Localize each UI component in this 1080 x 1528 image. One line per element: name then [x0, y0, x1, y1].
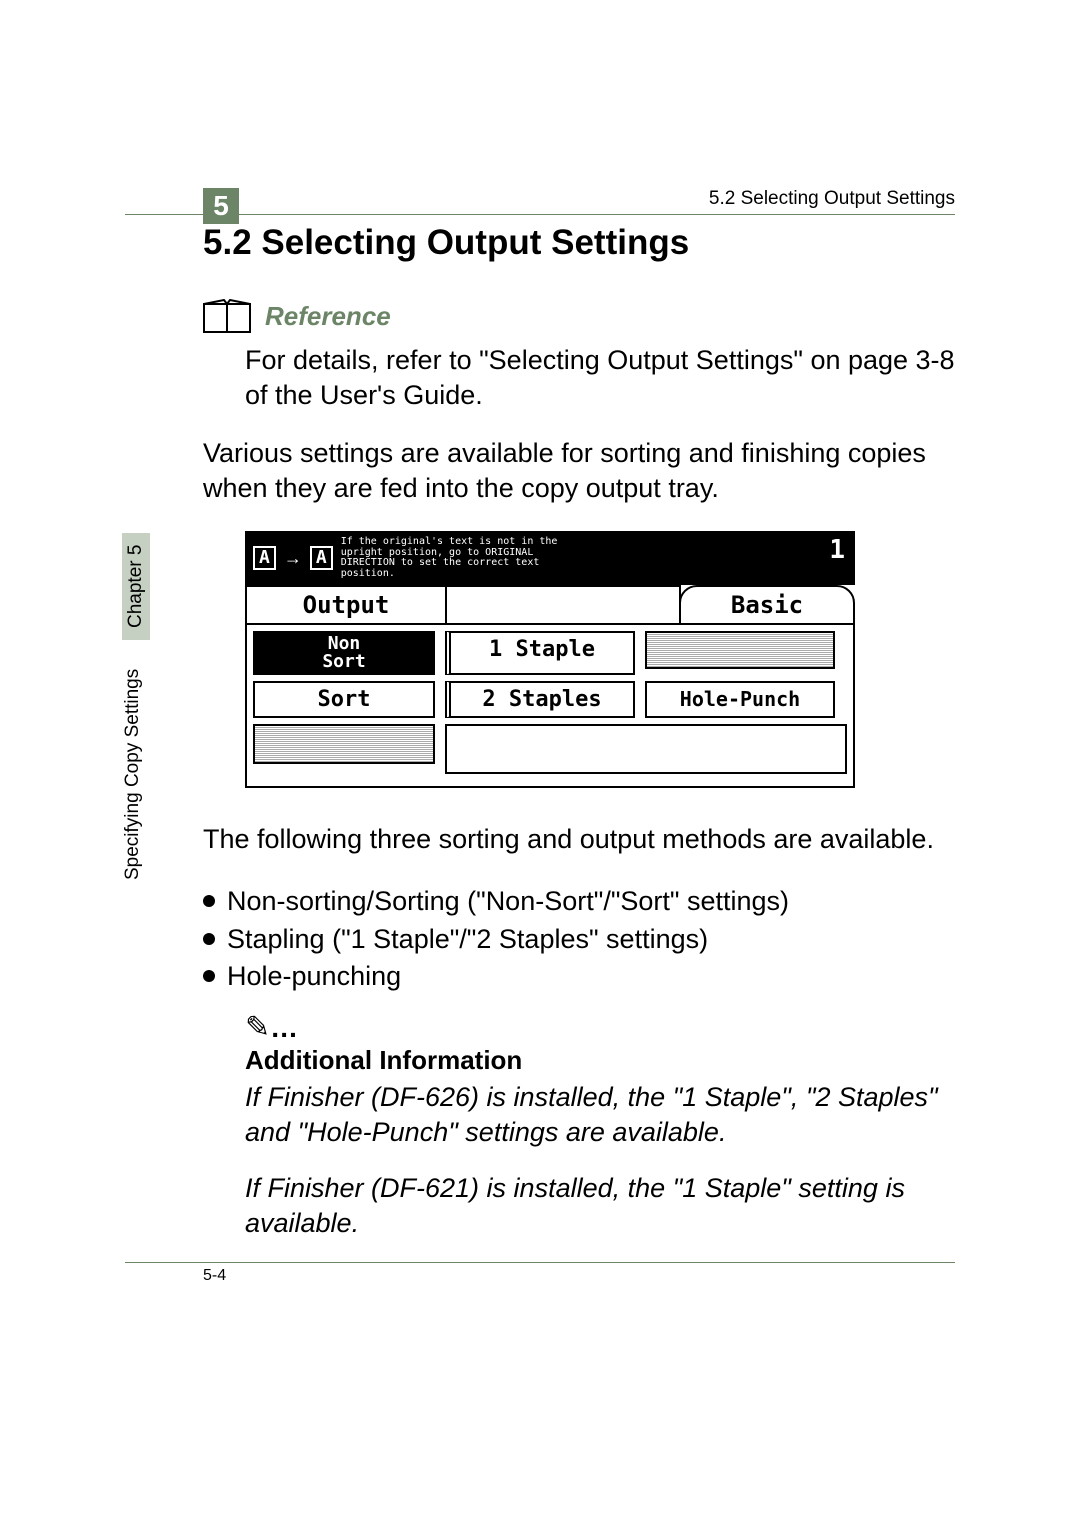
- disabled-slot: [645, 631, 835, 669]
- header-rule: [125, 214, 955, 215]
- methods-list: Non-sorting/Sorting ("Non-Sort"/"Sort" s…: [125, 883, 955, 996]
- additional-info-body-1: If Finisher (DF-626) is installed, the "…: [125, 1080, 955, 1149]
- one-staple-button[interactable]: 1 Staple: [445, 631, 635, 675]
- blank-area: [445, 724, 847, 774]
- reference-label: Reference: [265, 301, 391, 332]
- original-orientation-a-icon: A: [253, 546, 276, 570]
- panel-body: Non Sort 1 Staple Sort 2 Staples Hole-Pu…: [245, 625, 855, 788]
- chapter-number-badge: 5: [203, 188, 239, 224]
- header-breadcrumb: 5.2 Selecting Output Settings: [709, 188, 955, 210]
- bullet-text: Hole-punching: [227, 958, 401, 996]
- footer-rule: [125, 1262, 955, 1263]
- list-item: Stapling ("1 Staple"/"2 Staples" setting…: [203, 921, 955, 959]
- tab-output[interactable]: Output: [245, 585, 445, 625]
- panel-message: If the original's text is not in the upr…: [341, 537, 558, 579]
- copy-count: 1: [829, 535, 845, 565]
- additional-info-heading: Additional Information: [125, 1045, 955, 1076]
- panel-tabs: Output Basic: [245, 585, 855, 625]
- additional-info-body-2: If Finisher (DF-621) is installed, the "…: [125, 1171, 955, 1240]
- arrow-right-icon: →: [284, 548, 302, 569]
- page-header: 5.2 Selecting Output Settings: [125, 188, 955, 210]
- sort-button[interactable]: Sort: [253, 681, 435, 718]
- tab-basic[interactable]: Basic: [679, 585, 855, 625]
- book-icon: [203, 299, 251, 333]
- intro-paragraph: Various settings are available for sorti…: [125, 436, 955, 505]
- hole-punch-button[interactable]: Hole-Punch: [645, 681, 835, 718]
- page-content: 5 5.2 Selecting Output Settings 5.2 Sele…: [125, 188, 955, 1285]
- methods-intro: The following three sorting and output m…: [125, 822, 955, 857]
- tab-spacer: [445, 585, 681, 625]
- reference-callout: Reference: [125, 299, 955, 333]
- bullet-icon: [203, 895, 215, 907]
- ellipsis-icon: …: [270, 1012, 302, 1043]
- section-heading: 5.2 Selecting Output Settings: [125, 223, 955, 263]
- bullet-icon: [203, 970, 215, 982]
- disabled-slot: [253, 724, 435, 764]
- original-orientation-a2-icon: A: [310, 546, 333, 570]
- bullet-text: Stapling ("1 Staple"/"2 Staples" setting…: [227, 921, 708, 959]
- bullet-text: Non-sorting/Sorting ("Non-Sort"/"Sort" s…: [227, 883, 789, 921]
- pencil-note-icon: ✎: [245, 1011, 270, 1044]
- non-sort-button[interactable]: Non Sort: [253, 631, 435, 675]
- list-item: Non-sorting/Sorting ("Non-Sort"/"Sort" s…: [203, 883, 955, 921]
- copier-panel-screenshot: A → A If the original's text is not in t…: [245, 531, 855, 788]
- page-number: 5-4: [125, 1267, 955, 1285]
- bullet-icon: [203, 933, 215, 945]
- panel-header: A → A If the original's text is not in t…: [245, 531, 855, 585]
- reference-body: For details, refer to "Selecting Output …: [125, 343, 955, 412]
- two-staples-button[interactable]: 2 Staples: [445, 681, 635, 718]
- note-marker: ✎…: [125, 1010, 955, 1045]
- list-item: Hole-punching: [203, 958, 955, 996]
